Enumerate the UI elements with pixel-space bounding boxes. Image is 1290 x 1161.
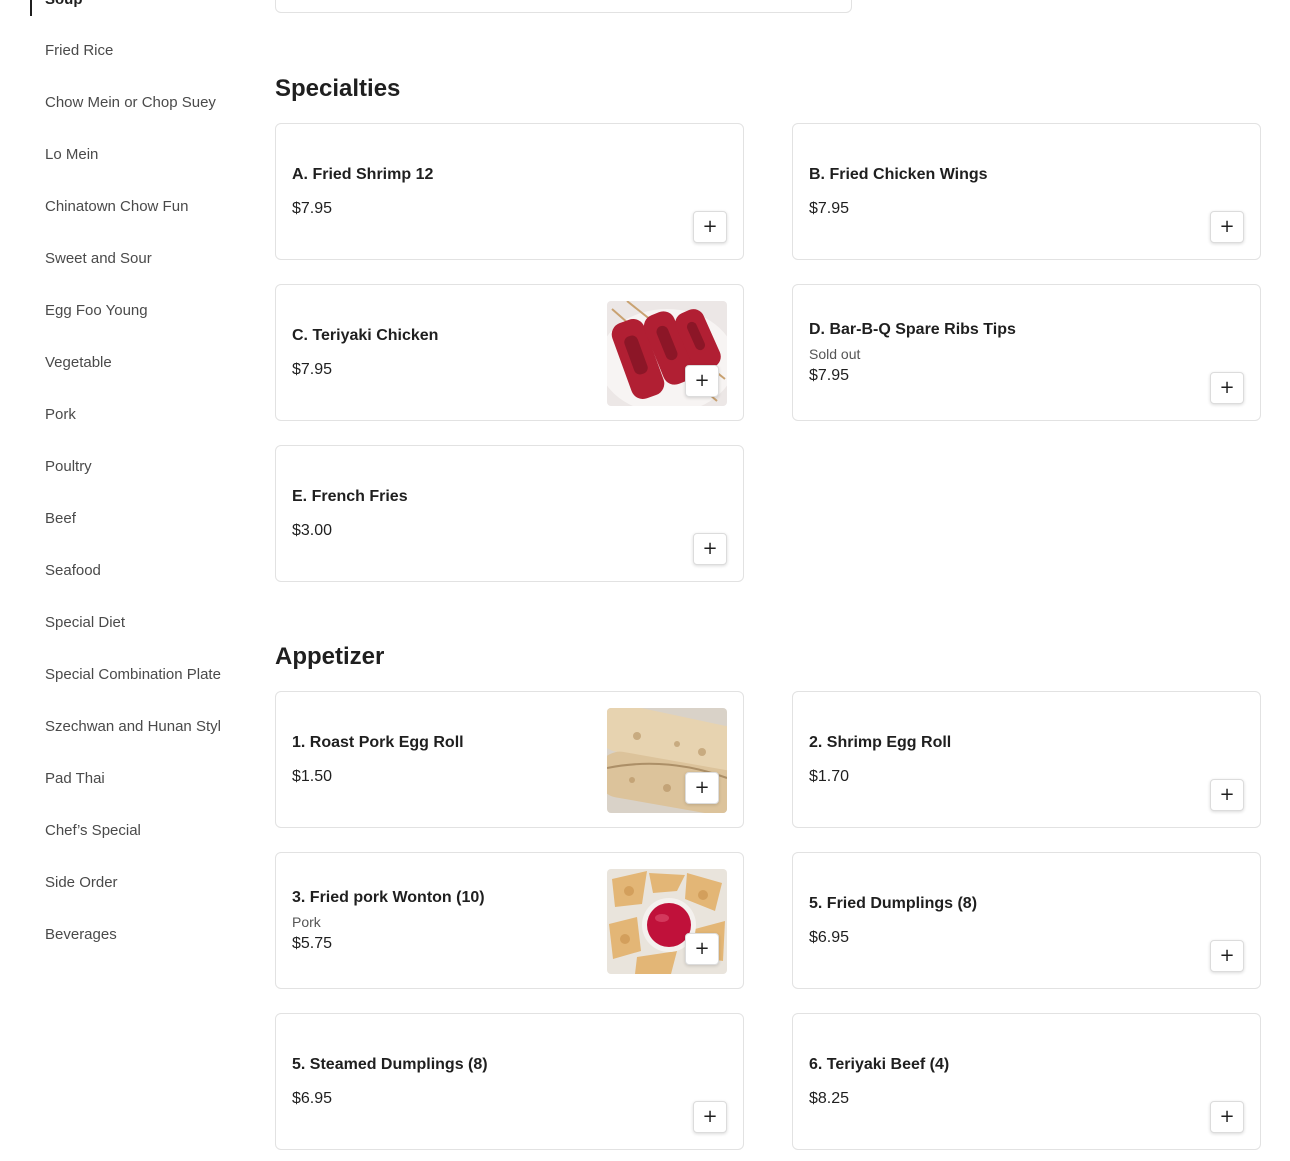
wonton-photo: + — [607, 869, 727, 974]
sidebar-item-soup[interactable]: Soup — [30, 0, 230, 16]
add-to-cart-button[interactable]: + — [1210, 372, 1244, 404]
item-price: $7.95 — [809, 366, 850, 384]
item-price: $6.95 — [809, 928, 850, 946]
menu-item-card[interactable]: B. Fried Chicken Wings $7.95 + — [792, 123, 1261, 260]
item-price: $7.95 — [292, 360, 333, 378]
plus-icon: + — [1219, 1106, 1235, 1127]
menu-item-card[interactable]: E. French Fries $3.00 + — [275, 445, 744, 582]
menu-page: Soup Fried Rice Chow Mein or Chop Suey L… — [0, 0, 1290, 1161]
sidebar-item-side-order[interactable]: Side Order — [45, 870, 235, 922]
item-name: C. Teriyaki Chicken — [292, 326, 439, 344]
sold-out-label: Sold out — [809, 345, 861, 362]
item-price: $1.70 — [809, 767, 850, 785]
sidebar-item-lo-mein[interactable]: Lo Mein — [45, 142, 235, 194]
plus-icon: + — [1219, 784, 1235, 805]
sidebar-item-chow-mein[interactable]: Chow Mein or Chop Suey — [45, 90, 235, 142]
menu-item-card[interactable]: 1. Roast Pork Egg Roll $1.50 + — [275, 691, 744, 828]
sidebar-item-vegetable[interactable]: Vegetable — [45, 350, 235, 402]
section-title-specialties: Specialties — [275, 75, 401, 102]
plus-icon: + — [694, 370, 710, 391]
sidebar-item-special-diet[interactable]: Special Diet — [45, 610, 235, 662]
menu-item-card[interactable]: 5. Steamed Dumplings (8) $6.95 + — [275, 1013, 744, 1150]
egg-roll-photo: + — [607, 708, 727, 813]
item-name: A. Fried Shrimp 12 — [292, 165, 434, 183]
item-name: 1. Roast Pork Egg Roll — [292, 733, 464, 751]
sidebar-item-egg-foo-young[interactable]: Egg Foo Young — [45, 298, 235, 350]
plus-icon: + — [1219, 377, 1235, 398]
sidebar-item-sweet-and-sour[interactable]: Sweet and Sour — [45, 246, 235, 298]
item-description: Pork — [292, 913, 321, 930]
item-price: $7.95 — [292, 199, 333, 217]
add-to-cart-button[interactable]: + — [1210, 1101, 1244, 1133]
item-name: 5. Steamed Dumplings (8) — [292, 1055, 488, 1073]
sidebar-item-szechwan-hunan[interactable]: Szechwan and Hunan Styl — [45, 714, 235, 766]
item-name: 5. Fried Dumplings (8) — [809, 894, 978, 912]
menu-item-card[interactable]: C. Teriyaki Chicken $7.95 + — [275, 284, 744, 421]
menu-item-card[interactable]: 6. Teriyaki Beef (4) $8.25 + — [792, 1013, 1261, 1150]
menu-item-card[interactable]: 3. Fried pork Wonton (10) Pork $5.75 + — [275, 852, 744, 989]
sidebar-item-beef[interactable]: Beef — [45, 506, 235, 558]
plus-icon: + — [702, 538, 718, 559]
previous-section-card[interactable] — [275, 0, 852, 13]
add-to-cart-button[interactable]: + — [693, 533, 727, 565]
menu-item-card[interactable]: A. Fried Shrimp 12 $7.95 + — [275, 123, 744, 260]
menu-item-card[interactable]: D. Bar-B-Q Spare Ribs Tips Sold out $7.9… — [792, 284, 1261, 421]
sidebar-item-fried-rice[interactable]: Fried Rice — [45, 38, 235, 90]
plus-icon: + — [694, 938, 710, 959]
add-to-cart-button[interactable]: + — [693, 1101, 727, 1133]
add-to-cart-button[interactable]: + — [1210, 211, 1244, 243]
item-name: 2. Shrimp Egg Roll — [809, 733, 952, 751]
item-name: E. French Fries — [292, 487, 408, 505]
sidebar-item-poultry[interactable]: Poultry — [45, 454, 235, 506]
sidebar-item-pork[interactable]: Pork — [45, 402, 235, 454]
plus-icon: + — [1219, 945, 1235, 966]
item-price: $3.00 — [292, 521, 333, 539]
item-name: D. Bar-B-Q Spare Ribs Tips — [809, 320, 1016, 338]
add-to-cart-button[interactable]: + — [693, 211, 727, 243]
plus-icon: + — [702, 216, 718, 237]
add-to-cart-button[interactable]: + — [1210, 940, 1244, 972]
sidebar-category-list: Fried Rice Chow Mein or Chop Suey Lo Mei… — [45, 38, 235, 974]
plus-icon: + — [1219, 216, 1235, 237]
item-price: $1.50 — [292, 767, 333, 785]
item-name: 6. Teriyaki Beef (4) — [809, 1055, 950, 1073]
sidebar-item-chow-fun[interactable]: Chinatown Chow Fun — [45, 194, 235, 246]
item-name: B. Fried Chicken Wings — [809, 165, 988, 183]
item-price: $5.75 — [292, 934, 333, 952]
plus-icon: + — [694, 777, 710, 798]
item-price: $8.25 — [809, 1089, 850, 1107]
add-to-cart-button[interactable]: + — [685, 772, 719, 804]
plus-icon: + — [702, 1106, 718, 1127]
sidebar-item-chefs-special[interactable]: Chef’s Special — [45, 818, 235, 870]
teriyaki-chicken-photo: + — [607, 301, 727, 406]
section-title-appetizer: Appetizer — [275, 643, 385, 670]
add-to-cart-button[interactable]: + — [685, 365, 719, 397]
add-to-cart-button[interactable]: + — [1210, 779, 1244, 811]
sidebar-item-special-combination[interactable]: Special Combination Plate — [45, 662, 235, 714]
menu-item-card[interactable]: 5. Fried Dumplings (8) $6.95 + — [792, 852, 1261, 989]
menu-item-card[interactable]: 2. Shrimp Egg Roll $1.70 + — [792, 691, 1261, 828]
sidebar-item-pad-thai[interactable]: Pad Thai — [45, 766, 235, 818]
sidebar-item-beverages[interactable]: Beverages — [45, 922, 235, 974]
item-price: $6.95 — [292, 1089, 333, 1107]
item-price: $7.95 — [809, 199, 850, 217]
item-name: 3. Fried pork Wonton (10) — [292, 888, 485, 906]
add-to-cart-button[interactable]: + — [685, 933, 719, 965]
sidebar-item-seafood[interactable]: Seafood — [45, 558, 235, 610]
category-sidebar: Soup Fried Rice Chow Mein or Chop Suey L… — [0, 0, 240, 1161]
